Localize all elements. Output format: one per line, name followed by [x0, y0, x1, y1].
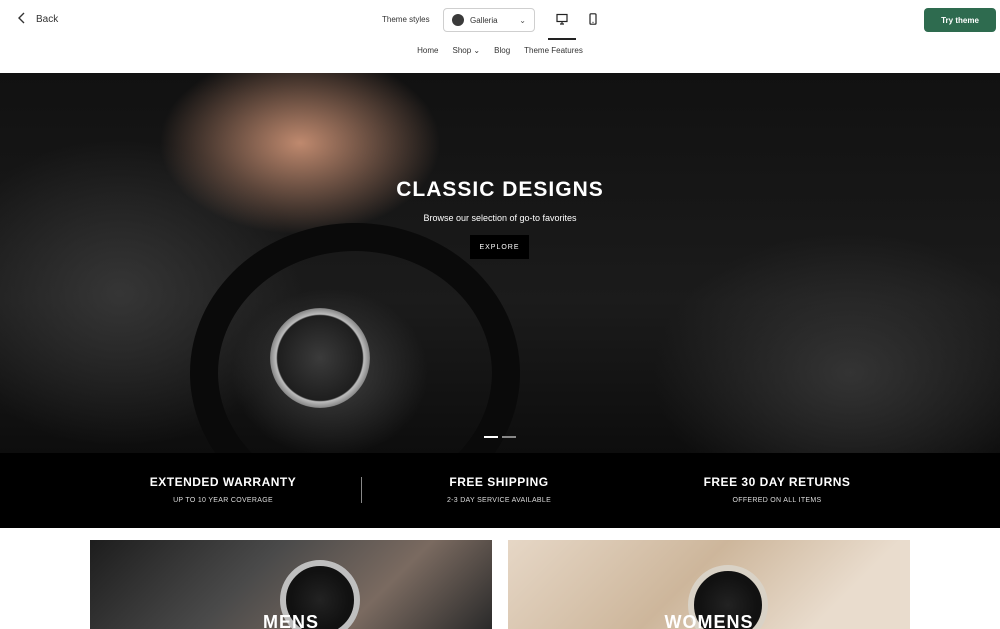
watch-image	[270, 308, 370, 408]
feature-warranty: EXTENDED WARRANTY UP TO 10 YEAR COVERAGE	[93, 475, 353, 504]
store-navigation: Home Shop ⌄ Blog Theme Features	[0, 46, 1000, 68]
back-button[interactable]: Back	[16, 12, 58, 27]
theme-style-select[interactable]: Galleria ⌄	[443, 8, 535, 32]
style-swatch-icon	[452, 14, 464, 26]
slideshow-dots	[484, 436, 516, 438]
feature-title: FREE 30 DAY RETURNS	[703, 475, 851, 489]
slide-dot[interactable]	[484, 436, 498, 438]
feature-subtitle: 2-3 DAY SERVICE AVAILABLE	[446, 497, 552, 504]
feature-subtitle: OFFERED ON ALL ITEMS	[732, 497, 822, 504]
theme-style-value: Galleria	[470, 15, 498, 25]
feature-title: EXTENDED WARRANTY	[149, 475, 297, 489]
hero-subtitle: Browse our selection of go-to favorites	[423, 213, 577, 223]
collection-label: WOMENS	[664, 612, 754, 629]
feature-subtitle: UP TO 10 YEAR COVERAGE	[173, 497, 273, 504]
chevron-down-icon: ⌄	[519, 15, 526, 25]
nav-theme-features[interactable]: Theme Features	[524, 46, 583, 68]
chevron-left-icon	[16, 12, 28, 27]
desktop-view-button[interactable]	[548, 10, 576, 40]
collection-card-womens[interactable]: WOMENS	[508, 540, 910, 629]
desktop-icon	[556, 12, 568, 30]
explore-button[interactable]: EXPLORE	[470, 235, 529, 259]
feature-returns: FREE 30 DAY RETURNS OFFERED ON ALL ITEMS	[647, 475, 907, 504]
preview-toolbar: Back Theme styles Galleria ⌄ Try theme	[0, 0, 1000, 40]
nav-shop[interactable]: Shop ⌄	[453, 46, 481, 68]
slide-dot[interactable]	[502, 436, 516, 438]
collection-label: MENS	[262, 612, 319, 629]
hero-title: CLASSIC DESIGNS	[396, 178, 604, 201]
features-band: EXTENDED WARRANTY UP TO 10 YEAR COVERAGE…	[0, 453, 1000, 528]
mobile-view-button[interactable]	[581, 10, 605, 32]
nav-home[interactable]: Home	[417, 46, 438, 68]
theme-styles-label: Theme styles	[382, 15, 430, 24]
chevron-down-icon: ⌄	[473, 46, 481, 55]
back-label: Back	[36, 14, 59, 25]
try-theme-button[interactable]: Try theme	[924, 8, 996, 32]
collection-card-mens[interactable]: MENS	[90, 540, 492, 629]
feature-title: FREE SHIPPING	[449, 475, 549, 489]
nav-blog[interactable]: Blog	[494, 46, 510, 68]
mobile-icon	[587, 12, 599, 30]
hero-banner: CLASSIC DESIGNS Browse our selection of …	[0, 73, 1000, 453]
feature-shipping: FREE SHIPPING 2-3 DAY SERVICE AVAILABLE	[369, 475, 629, 504]
divider	[361, 477, 362, 503]
nav-shop-label: Shop	[452, 46, 472, 55]
